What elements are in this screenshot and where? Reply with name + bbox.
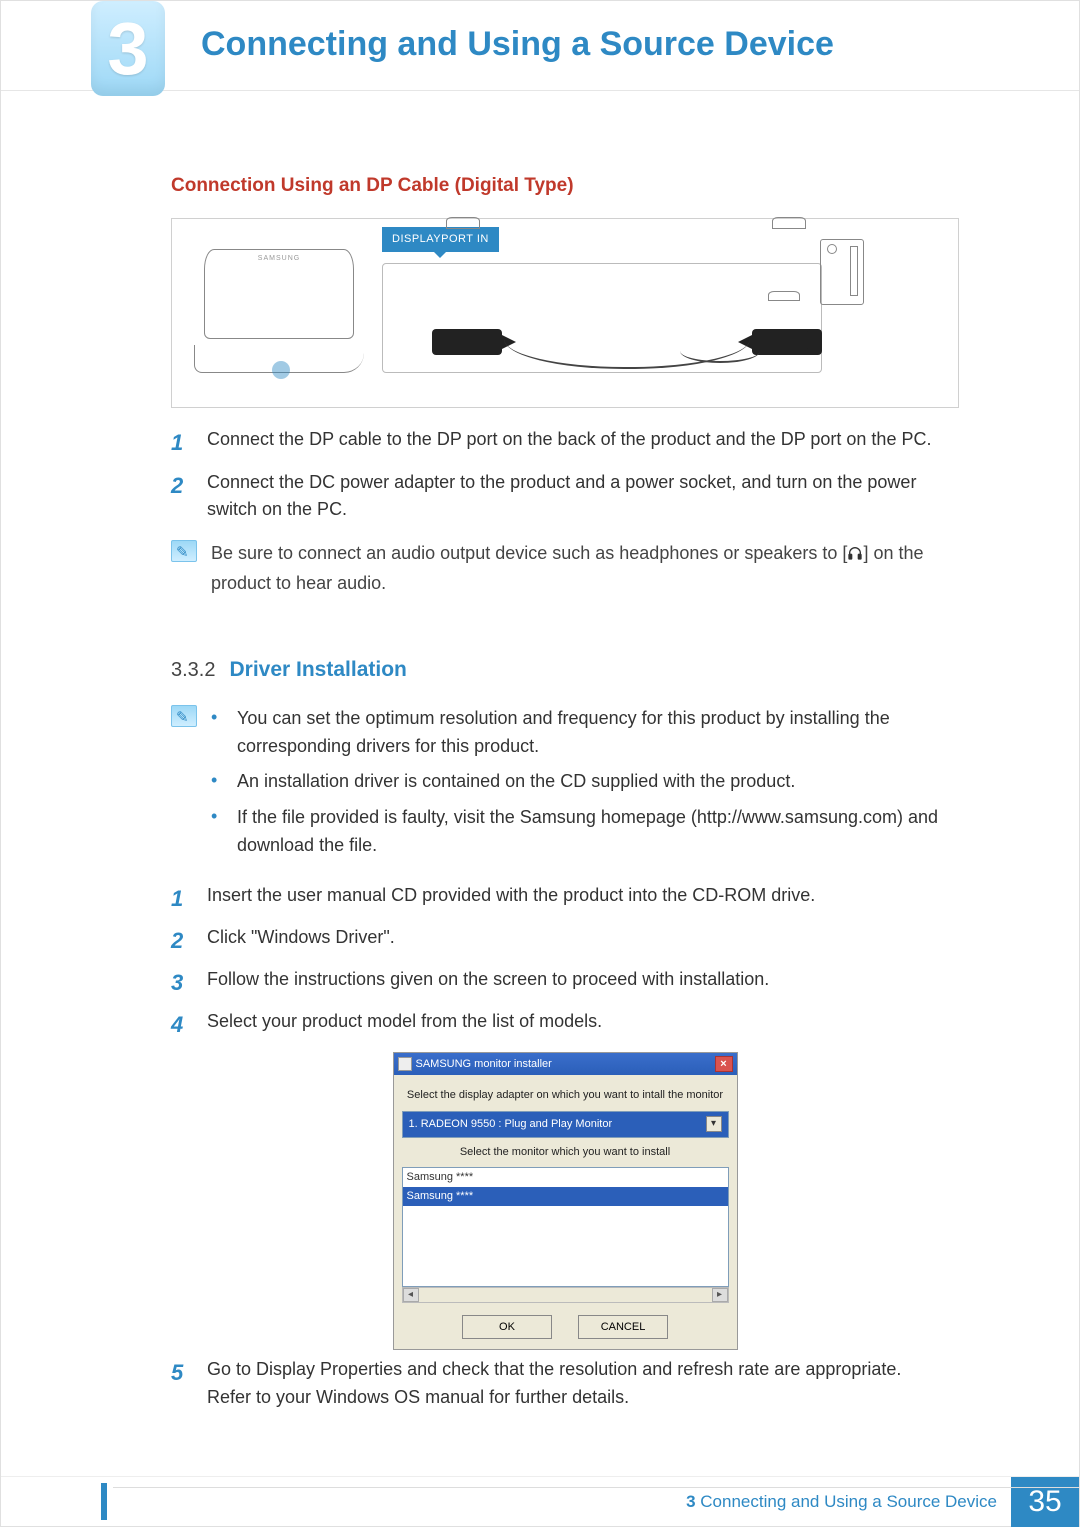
step-number: 3 — [171, 966, 193, 1000]
list-item: •An installation driver is contained on … — [211, 768, 959, 796]
dp-cable-subheading: Connection Using an DP Cable (Digital Ty… — [171, 171, 959, 200]
dialog-title-text: SAMSUNG monitor installer — [416, 1056, 552, 1073]
installer-dialog-figure: SAMSUNG monitor installer × Select the d… — [171, 1052, 959, 1349]
audio-note: Be sure to connect an audio output devic… — [171, 540, 959, 598]
list-item: 3Follow the instructions given on the sc… — [171, 966, 959, 1000]
driver-notes: •You can set the optimum resolution and … — [171, 705, 959, 868]
list-item: 1Insert the user manual CD provided with… — [171, 882, 959, 916]
footer-accent-bar — [101, 1483, 107, 1520]
note-text: Be sure to connect an audio output devic… — [211, 540, 959, 598]
horizontal-scrollbar[interactable]: ◂ ▸ — [402, 1287, 729, 1303]
driver-steps-list: 1Insert the user manual CD provided with… — [171, 882, 959, 1042]
dialog-app-icon — [398, 1057, 412, 1071]
list-item: •If the file provided is faulty, visit t… — [211, 804, 959, 860]
headphone-icon — [847, 542, 863, 570]
step-number: 1 — [171, 882, 193, 916]
list-item: 5 Go to Display Properties and check tha… — [171, 1356, 959, 1412]
step-number: 5 — [171, 1356, 193, 1412]
step-number: 4 — [171, 1008, 193, 1042]
monitor-list[interactable]: Samsung **** Samsung **** — [402, 1167, 729, 1287]
installer-dialog: SAMSUNG monitor installer × Select the d… — [393, 1052, 738, 1349]
section-title: Driver Installation — [229, 654, 406, 687]
list-item: 2Click "Windows Driver". — [171, 924, 959, 958]
section-heading: 3.3.2 Driver Installation — [171, 654, 959, 687]
footer-chapter-number: 3 — [686, 1492, 695, 1511]
footer-chapter-title: Connecting and Using a Source Device — [700, 1492, 997, 1511]
dp-plug-pc-icon — [758, 329, 808, 351]
monitor-brand-text: SAMSUNG — [258, 254, 300, 265]
list-item[interactable]: Samsung **** — [403, 1187, 728, 1206]
manual-page: 3 Connecting and Using a Source Device C… — [0, 0, 1080, 1527]
monitor-illustration: SAMSUNG — [194, 249, 364, 379]
list-item: 4Select your product model from the list… — [171, 1008, 959, 1042]
page-content: Connection Using an DP Cable (Digital Ty… — [1, 91, 1079, 1411]
note-icon — [171, 705, 197, 727]
footer-chapter: 3 Connecting and Using a Source Device — [686, 1492, 997, 1512]
list-item[interactable]: Samsung **** — [403, 1168, 728, 1187]
adapter-prompt: Select the display adapter on which you … — [402, 1087, 729, 1104]
cable-illustration — [372, 257, 878, 377]
step-number: 2 — [171, 924, 193, 958]
scroll-left-icon[interactable]: ◂ — [403, 1288, 419, 1302]
close-icon[interactable]: × — [715, 1056, 733, 1072]
dialog-titlebar: SAMSUNG monitor installer × — [394, 1053, 737, 1075]
dp-plug-left-icon — [432, 329, 502, 355]
adapter-select-value: 1. RADEON 9550 : Plug and Play Monitor — [409, 1116, 613, 1133]
dp-connection-diagram: DISPLAYPORT IN SAMSUNG — [171, 218, 959, 408]
dp-steps-list: 1 Connect the DP cable to the DP port on… — [171, 426, 959, 524]
page-footer: 3 Connecting and Using a Source Device 3… — [1, 1476, 1079, 1526]
note-icon — [171, 540, 197, 562]
step-number: 2 — [171, 469, 193, 525]
section-number: 3.3.2 — [171, 655, 215, 686]
chapter-badge: 3 — [91, 1, 165, 96]
driver-installation-section: 3.3.2 Driver Installation •You can set t… — [171, 654, 959, 1411]
list-item: 2 Connect the DC power adapter to the pr… — [171, 469, 959, 525]
footer-page-number: 35 — [1011, 1477, 1079, 1527]
step-text: Connect the DP cable to the DP port on t… — [207, 426, 959, 460]
adapter-select[interactable]: 1. RADEON 9550 : Plug and Play Monitor ▾ — [402, 1111, 729, 1138]
list-item: •You can set the optimum resolution and … — [211, 705, 959, 761]
monitor-prompt: Select the monitor which you want to ins… — [402, 1144, 729, 1161]
cancel-button[interactable]: CANCEL — [578, 1315, 668, 1339]
chapter-number: 3 — [107, 12, 148, 86]
pc-tower-icon — [820, 239, 864, 305]
bullet-icon: • — [211, 804, 225, 860]
bullet-icon: • — [211, 705, 225, 761]
page-header: 3 Connecting and Using a Source Device — [1, 1, 1079, 91]
bullet-icon: • — [211, 768, 225, 796]
step-text: Connect the DC power adapter to the prod… — [207, 469, 959, 525]
displayport-in-label: DISPLAYPORT IN — [382, 227, 499, 252]
step-text: Go to Display Properties and check that … — [207, 1356, 959, 1412]
driver-steps-list-continued: 5 Go to Display Properties and check tha… — [171, 1356, 959, 1412]
scroll-right-icon[interactable]: ▸ — [712, 1288, 728, 1302]
driver-notes-list: •You can set the optimum resolution and … — [211, 705, 959, 868]
chevron-down-icon[interactable]: ▾ — [706, 1116, 722, 1132]
chapter-title: Connecting and Using a Source Device — [201, 25, 834, 64]
list-item: 1 Connect the DP cable to the DP port on… — [171, 426, 959, 460]
step-number: 1 — [171, 426, 193, 460]
ok-button[interactable]: OK — [462, 1315, 552, 1339]
